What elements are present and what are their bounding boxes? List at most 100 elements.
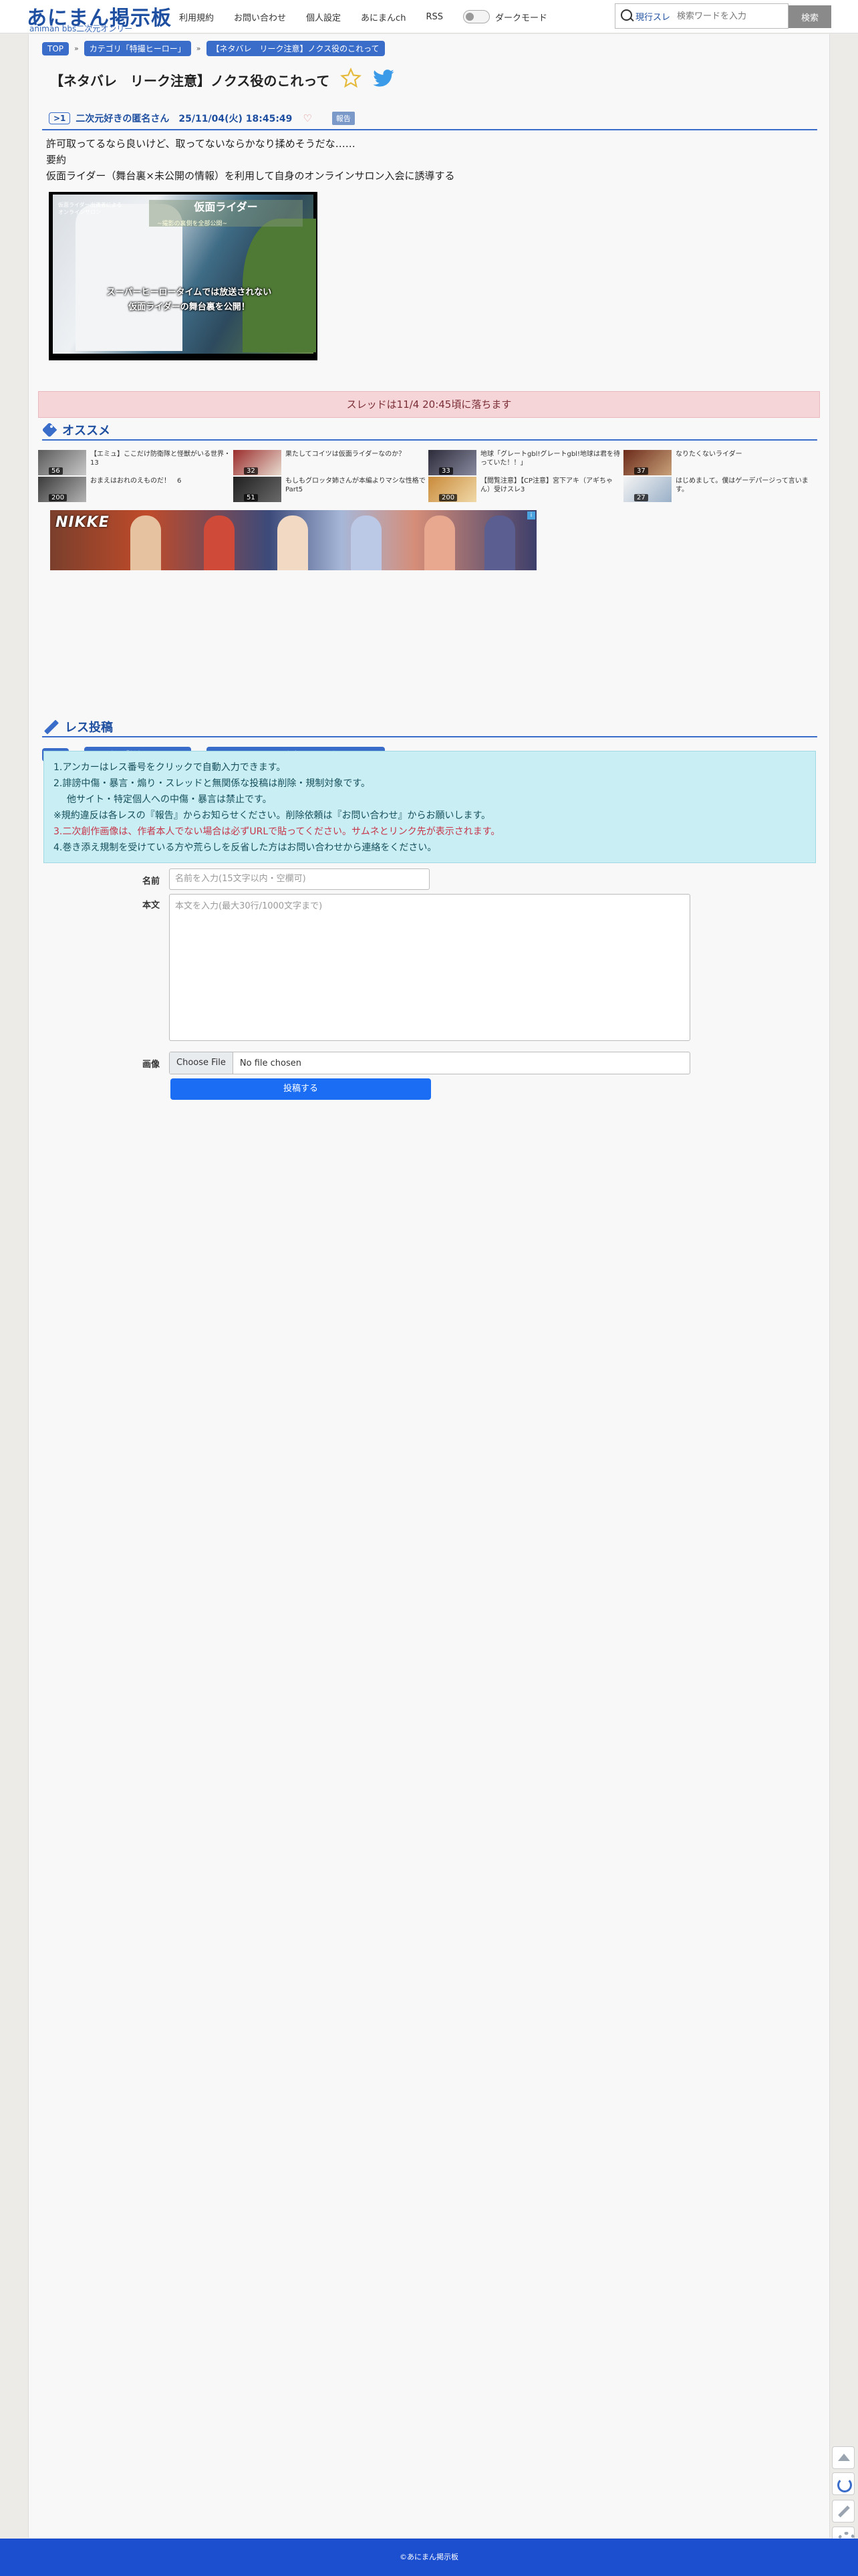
reload-icon[interactable] [832, 2472, 855, 2495]
search-box: 現行スレ [615, 3, 789, 29]
breadcrumb-top[interactable]: TOP [42, 41, 69, 55]
breadcrumb-thread[interactable]: 【ネタバレ リーク注意】ノクス役のこれって [206, 41, 385, 56]
edit-icon[interactable] [832, 2500, 855, 2523]
nav-animanch[interactable]: あにまんch [361, 11, 406, 23]
recommend-title[interactable]: はじめまして。僕はゲーデパージって言います。 [676, 477, 816, 502]
breadcrumb-category[interactable]: カテゴリ「特撮ヒーロー」 [84, 41, 191, 56]
search-button[interactable]: 検索 [789, 5, 831, 28]
nav-settings[interactable]: 個人設定 [306, 11, 341, 23]
post-line: 仮面ライダー（舞台裏×未公開の情報）を利用して自身のオンラインサロン入会に誘導す… [46, 170, 455, 182]
comment-count: 56 [49, 467, 63, 475]
name-field[interactable]: 名前を入力(15文字以内・空欄可) [169, 868, 430, 890]
dark-mode-label: ダークモード [494, 13, 547, 23]
ad-figure [277, 515, 308, 570]
comment-count: 200 [49, 494, 67, 501]
recommend-item[interactable]: 33 地球「グレートgbl!グレートgbl!地球は君を待っていた！！」 [428, 450, 622, 475]
image-label: 画像 [142, 1060, 160, 1070]
thread-closed-notice: スレッドは11/4 20:45頃に落ちます [38, 391, 820, 418]
recommend-item[interactable]: 37 なりたくないライダー [623, 450, 817, 475]
recommend-title[interactable]: 【閲覧注意】【CP注意】宮下アキ（アギちゃん）受けスレ3 [480, 477, 621, 502]
recommend-title[interactable]: 【エミュ】ここだけ防衛隊と怪獣がいる世界・13 [90, 450, 231, 475]
comment-count: 200 [439, 494, 458, 501]
recommend-item[interactable]: 32 果たしてコイツは仮面ライダーなのか？ [233, 450, 427, 475]
rule-line: 4.巻き添え規制を受けている方や荒らしを反省した方はお問い合わせから連絡をくださ… [53, 842, 437, 853]
recommend-title[interactable]: おまえはおれのえものだ！ 6 [90, 477, 231, 502]
ad-figure [204, 515, 235, 570]
image-banner-sub: ~撮影の裏側を全部公開~ [157, 221, 228, 227]
recommend-thumb: 32 [233, 450, 281, 475]
recommend-label: オススメ [62, 424, 110, 438]
ad-info-icon[interactable]: i [527, 511, 535, 519]
recommend-item[interactable]: 200 【閲覧注意】【CP注意】宮下アキ（アギちゃん）受けスレ3 [428, 477, 622, 502]
nav-rss[interactable]: RSS [426, 12, 443, 22]
search-scope[interactable]: 現行スレ [635, 10, 670, 23]
post-header: >1 二次元好きの匿名さん 25/11/04(火) 18:45:49 ♡ 報告 [42, 108, 817, 130]
image-caption-line: スーパーヒーロータイムでは放送されない [106, 287, 272, 298]
image-caption-line: 仮面ライダーの舞台裏を公開！ [128, 302, 250, 312]
image-file-input[interactable]: Choose File No file chosen [169, 1052, 690, 1074]
name-label: 名前 [142, 876, 160, 887]
recommend-title[interactable]: なりたくないライダー [676, 450, 816, 475]
recommend-title[interactable]: もしもグロッタ姉さんが本編よりマシな性格で Part5 [285, 477, 426, 502]
rule-line: ※規約違反は各レスの『報告』からお知らせください。削除依頼は『お問い合わせ』から… [53, 810, 491, 821]
comment-count: 32 [244, 467, 258, 475]
post-body: 許可取ってるなら良いけど、取ってないならかなり揉めそうだな…… 要約 仮面ライダ… [46, 136, 455, 184]
recommend-title[interactable]: 果たしてコイツは仮面ライダーなのか？ [285, 450, 426, 475]
comment-count: 27 [634, 494, 648, 501]
recommend-thumb: 56 [38, 450, 86, 475]
rule-line: 他サイト・特定個人への中傷・暴言は禁止です。 [67, 794, 272, 805]
search-input[interactable] [677, 11, 778, 21]
heart-icon[interactable]: ♡ [303, 112, 311, 124]
image-corner-text: 仮面ライダー出演者によるオンラインサロン [58, 202, 122, 215]
ad-banner[interactable]: NIKKE i [50, 510, 537, 570]
ad-logo: NIKKE [55, 514, 110, 531]
scroll-top-icon[interactable] [832, 2446, 855, 2469]
search-icon [615, 4, 635, 28]
site-footer: ©あにまん掲示板 [0, 2539, 858, 2576]
report-button[interactable]: 報告 [331, 112, 355, 125]
dark-mode-toggle[interactable] [462, 10, 490, 23]
reply-label: レス投稿 [65, 721, 113, 735]
posting-rules: 1.アンカーはレス番号をクリックで自動入力できます。 2.誹謗中傷・暴言・煽り・… [43, 751, 816, 863]
thread-title: 【ネタバレ リーク注意】ノクス役のこれって [50, 73, 330, 89]
post-line: 要約 [46, 154, 67, 166]
recommend-item[interactable]: 51 もしもグロッタ姉さんが本編よりマシな性格で Part5 [233, 477, 427, 502]
recommend-thumb: 27 [623, 477, 672, 502]
tag-icon [42, 422, 58, 438]
recommend-item[interactable]: 27 はじめまして。僕はゲーデパージって言います。 [623, 477, 817, 502]
pencil-icon [42, 717, 61, 736]
submit-button[interactable]: 投稿する [170, 1078, 431, 1100]
star-icon[interactable] [340, 68, 362, 89]
twitter-icon[interactable] [372, 69, 395, 89]
recommend-thumb: 51 [233, 477, 281, 502]
rule-line: 1.アンカーはレス番号をクリックで自動入力できます。 [53, 762, 286, 773]
recommend-title[interactable]: 地球「グレートgbl!グレートgbl!地球は君を待っていた！！」 [480, 450, 621, 475]
site-logo[interactable]: あにまん掲示板 animan bbs二次元オンリー [27, 0, 171, 34]
comment-count: 51 [244, 494, 258, 501]
post-number[interactable]: >1 [49, 112, 71, 124]
ad-figure [484, 515, 515, 570]
recommend-header: オススメ [42, 421, 817, 441]
recommend-item[interactable]: 56 【エミュ】ここだけ防衛隊と怪獣がいる世界・13 [38, 450, 232, 475]
recommend-thumb: 200 [428, 477, 476, 502]
choose-file-button[interactable]: Choose File [170, 1052, 233, 1074]
recommend-thumb: 37 [623, 450, 672, 475]
rule-line: 3.二次創作画像は、作者本人でない場合は必ずURLで貼ってください。サムネとリン… [53, 826, 500, 837]
image-caption: スーパーヒーロータイムでは放送されない 仮面ライダーの舞台裏を公開！ [62, 285, 316, 315]
reply-header: レス投稿 [42, 717, 817, 737]
ad-figure [351, 515, 382, 570]
logo-sub[interactable]: animan bbs二次元オンリー [29, 23, 132, 34]
nav-contact[interactable]: お問い合わせ [234, 11, 286, 23]
nav-terms[interactable]: 利用規約 [179, 11, 214, 23]
comment-count: 37 [634, 467, 648, 475]
recommend-item[interactable]: 200 おまえはおれのえものだ！ 6 [38, 477, 232, 502]
body-textarea[interactable]: 本文を入力(最大30行/1000文字まで) [169, 894, 690, 1041]
recommend-thumb: 200 [38, 477, 86, 502]
rule-line: 2.誹謗中傷・暴言・煽り・スレッドと無関係な投稿は削除・規制対象です。 [53, 778, 370, 789]
main-nav: 利用規約 お問い合わせ 個人設定 あにまんch RSS ダークモード [179, 0, 547, 33]
post-line: 許可取ってるなら良いけど、取ってないならかなり揉めそうだな…… [46, 138, 355, 150]
breadcrumb: TOP » カテゴリ「特撮ヒーロー」 » 【ネタバレ リーク注意】ノクス役のこれ… [42, 41, 385, 56]
breadcrumb-sep: » [74, 44, 79, 53]
body-label: 本文 [142, 901, 160, 911]
post-image[interactable]: 仮面ライダー出演者によるオンラインサロン 仮面ライダー ~撮影の裏側を全部公開~… [49, 192, 317, 360]
